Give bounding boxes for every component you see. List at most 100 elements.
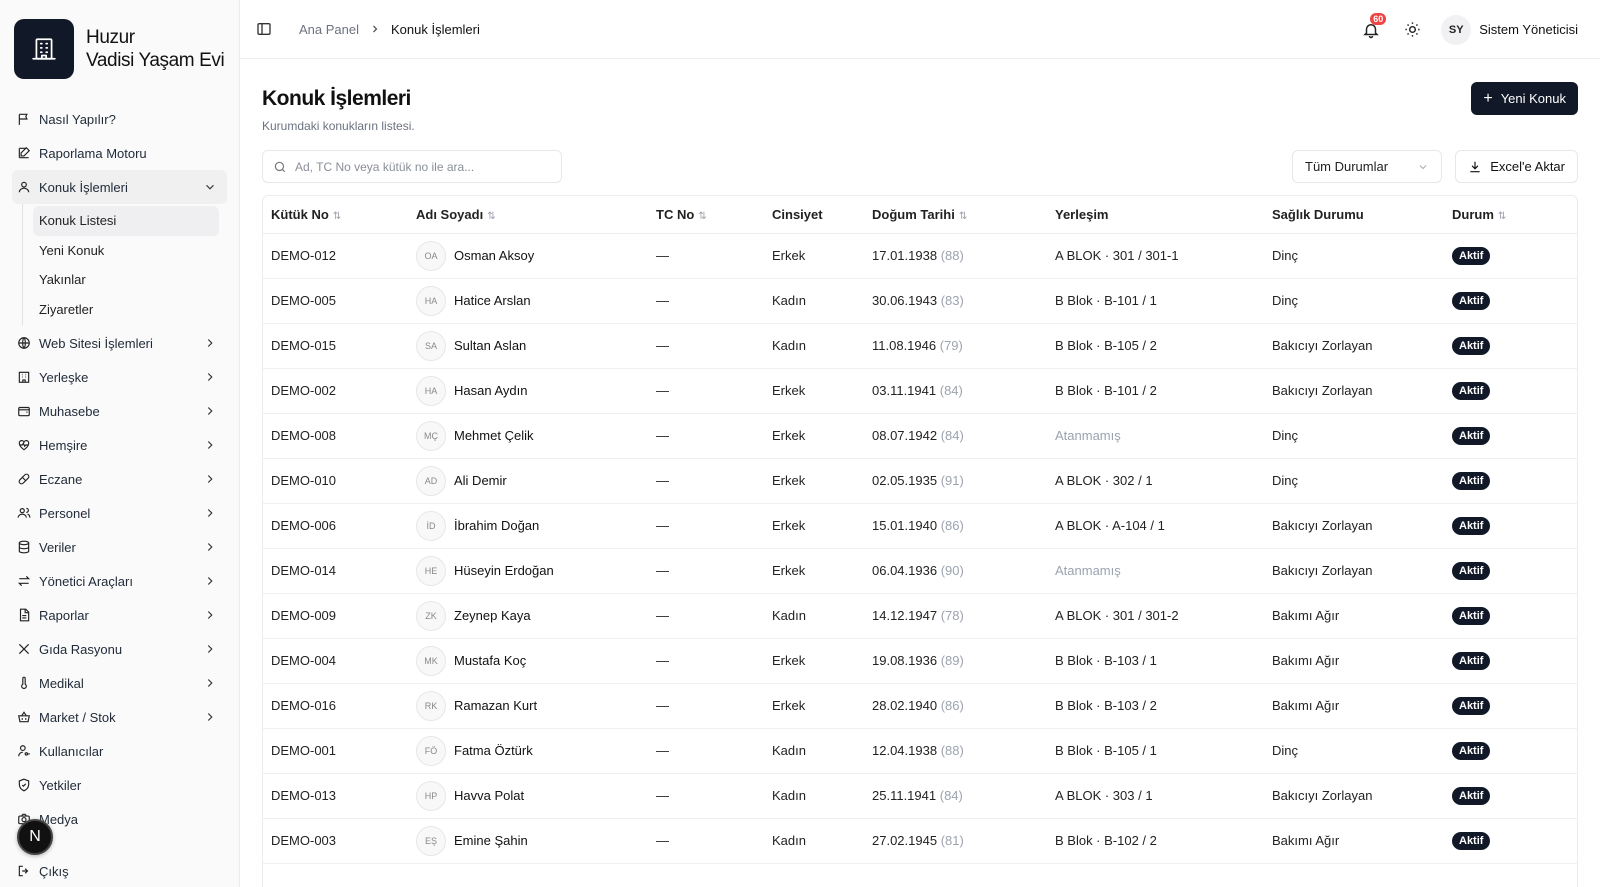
birth-date-cell: 25.11.1941 (84) [864,773,1047,819]
sidebar-item-yetkiler[interactable]: Yetkiler [12,768,227,802]
export-excel-button[interactable]: Excel'e Aktar [1455,150,1578,183]
name-cell: ZK Zeynep Kaya [408,593,648,639]
table-row[interactable]: DEMO-012 OA Osman Aksoy — Erkek 17.01.1938 (8… [263,233,1577,279]
table-row[interactable]: DEMO-005 HA Hatice Arslan — Kadın 30.06.1943 … [263,278,1577,324]
sort-icon[interactable]: ⇅ [333,211,341,222]
sidebar-item-yonetici-araclari[interactable]: Yönetici Araçları [12,564,227,598]
guest-name[interactable]: Hüseyin Erdoğan [454,563,554,578]
table-row[interactable]: DEMO-004 MK Mustafa Koç — Erkek 19.08.1936 (8… [263,638,1577,684]
sidebar-item-ziyaretler[interactable]: Ziyaretler [33,295,219,325]
sidebar-item-veriler[interactable]: Veriler [12,530,227,564]
sidebar-item-web-sitesi[interactable]: Web Sitesi İşlemleri [12,326,227,360]
sidebar-item-market-stok[interactable]: Market / Stok [12,700,227,734]
column-header[interactable]: TC No ⇅ [648,196,764,234]
column-header[interactable]: Doğum Tarihi ⇅ [864,196,1047,234]
sort-icon[interactable]: ⇅ [959,211,967,222]
placement-cell: B Blok · B-103 / 1 [1047,638,1264,684]
flag-icon [16,111,32,127]
avatar[interactable]: SY [1441,14,1472,45]
table-row[interactable]: DEMO-001 FÖ Fatma Öztürk — Kadın 12.04.1938 (… [263,728,1577,774]
guest-name[interactable]: Osman Aksoy [454,248,534,263]
guest-name[interactable]: Sultan Aslan [454,338,526,353]
status-filter-select[interactable]: Tüm Durumlar [1292,150,1442,183]
sidebar-item-hemsire[interactable]: Hemşire [12,428,227,462]
sidebar-item-konuk-islemleri[interactable]: Konuk İşlemleri [12,170,227,204]
breadcrumb-home[interactable]: Ana Panel [299,22,359,37]
sidebar-item-gida-rasyonu[interactable]: Gıda Rasyonu [12,632,227,666]
name-cell: AD Ali Demir [408,458,648,504]
status-badge: Aktif [1452,606,1491,625]
guest-name[interactable]: Mehmet Çelik [454,428,533,443]
sidebar-item-konuk-listesi[interactable]: Konuk Listesi [33,206,219,236]
table-row[interactable]: DEMO-008 MÇ Mehmet Çelik — Erkek 08.07.1942 (… [263,413,1577,459]
avatar: SA [416,330,446,361]
search-input[interactable] [295,159,555,174]
sort-icon[interactable]: ⇅ [698,211,706,222]
sort-icon[interactable]: ⇅ [487,211,495,222]
birth-date-cell: 15.01.1940 (86) [864,503,1047,549]
brand[interactable]: Huzur Vadisi Yaşam Evi [0,0,239,98]
sidebar-toggle-icon[interactable] [256,21,272,37]
n-floating-badge[interactable]: N [17,819,53,855]
guest-name[interactable]: Hasan Aydın [454,383,527,398]
user-name[interactable]: Sistem Yöneticisi [1479,22,1578,37]
bell-icon[interactable]: 60 [1362,12,1387,39]
table-row[interactable]: DEMO-013 HP Havva Polat — Kadın 25.11.1941 (8… [263,773,1577,819]
guest-name[interactable]: Emine Şahin [454,833,528,848]
gender-cell: Erkek [764,638,864,684]
sidebar-item-muhasebe[interactable]: Muhasebe [12,394,227,428]
birth-date: 08.07.1942 [872,428,938,443]
kutuk-no-cell: DEMO-013 [263,773,408,819]
sidebar-item-yakinlar[interactable]: Yakınlar [33,265,219,295]
name-cell: HE Hüseyin Erdoğan [408,548,648,594]
chevron-right-icon [203,540,217,554]
age: (89) [940,653,964,668]
guest-name[interactable]: Zeynep Kaya [454,608,531,623]
logout-button[interactable]: Çıkış [12,854,227,887]
table-row[interactable]: DEMO-014 HE Hüseyin Erdoğan — Erkek 06.04.193… [263,548,1577,594]
age: (90) [940,563,964,578]
table-row[interactable]: DEMO-003 EŞ Emine Şahin — Kadın 27.02.1945 (8… [263,818,1577,864]
column-header[interactable]: Adı Soyadı ⇅ [408,196,648,234]
avatar: OA [416,240,446,271]
name-cell: FÖ Fatma Öztürk [408,728,648,774]
status-badge: Aktif [1452,381,1491,400]
sort-icon[interactable]: ⇅ [1498,211,1506,222]
sun-icon[interactable] [1404,21,1421,38]
gender-cell: Erkek [764,233,864,279]
guest-name[interactable]: Ramazan Kurt [454,698,537,713]
guest-name[interactable]: Mustafa Koç [454,653,526,668]
sidebar-item-raporlama-motoru[interactable]: Raporlama Motoru [12,136,227,170]
sidebar-item-personel[interactable]: Personel [12,496,227,530]
sidebar-item-medikal[interactable]: Medikal [12,666,227,700]
sidebar-item-nasil-yapilir[interactable]: Nasıl Yapılır? [12,102,227,136]
table-row[interactable]: DEMO-009 ZK Zeynep Kaya — Kadın 14.12.1947 (7… [263,593,1577,639]
sidebar-item-raporlar[interactable]: Raporlar [12,598,227,632]
wallet-icon [16,403,32,419]
name-cell: SA Sultan Aslan [408,323,648,369]
page-title: Konuk İşlemleri [262,87,411,110]
tc-no-cell: — [648,548,764,594]
table-row[interactable]: DEMO-010 AD Ali Demir — Erkek 02.05.1935 (91)… [263,458,1577,504]
avatar: HP [416,780,446,811]
guest-name[interactable]: Ali Demir [454,473,507,488]
avatar: HA [416,375,446,406]
column-header[interactable]: Kütük No ⇅ [263,196,408,234]
guest-name[interactable]: Hatice Arslan [454,293,531,308]
table-row[interactable]: DEMO-006 İD İbrahim Doğan — Erkek 15.01.1940 … [263,503,1577,549]
table-row[interactable]: DEMO-015 SA Sultan Aslan — Kadın 11.08.1946 (… [263,323,1577,369]
new-guest-button[interactable]: + Yeni Konuk [1471,82,1578,115]
health-status-cell: Bakıcıyı Zorlayan [1264,548,1444,594]
table-row[interactable]: DEMO-016 RK Ramazan Kurt — Erkek 28.02.1940 (… [263,683,1577,729]
guest-name[interactable]: İbrahim Doğan [454,518,539,533]
sidebar-item-kullanicilar[interactable]: Kullanıcılar [12,734,227,768]
column-header[interactable]: Durum ⇅ [1444,196,1577,234]
sidebar-item-yerleske[interactable]: Yerleşke [12,360,227,394]
avatar: AD [416,465,446,496]
sidebar-item-yeni-konuk[interactable]: Yeni Konuk [33,236,219,266]
sidebar-item-eczane[interactable]: Eczane [12,462,227,496]
avatar: MK [416,645,446,676]
guest-name[interactable]: Havva Polat [454,788,524,803]
guest-name[interactable]: Fatma Öztürk [454,743,533,758]
table-row[interactable]: DEMO-002 HA Hasan Aydın — Erkek 03.11.1941 (8… [263,368,1577,414]
